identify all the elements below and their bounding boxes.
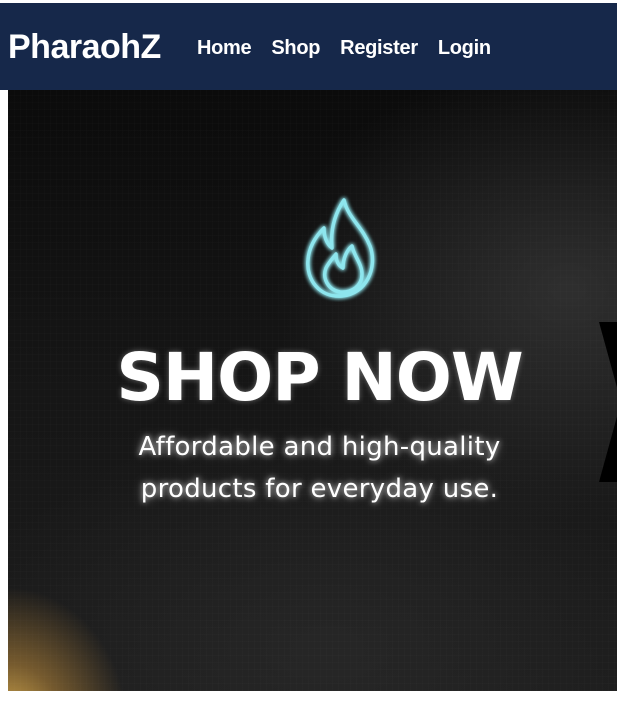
decorative-x-shape [599,322,617,482]
nav-links: Home Shop Register Login [197,33,511,63]
flame-icon [306,198,375,298]
brand-logo[interactable]: PharaohZ [8,25,161,69]
hero-banner[interactable]: SHOP NOW Affordable and high-quality pro… [8,90,617,691]
nav-link-shop[interactable]: Shop [271,33,320,63]
nav-link-home[interactable]: Home [197,33,252,63]
nav-link-login[interactable]: Login [438,33,491,63]
hero-subtitle-line-1: Affordable and high-quality [138,432,501,462]
nav-link-register[interactable]: Register [340,33,418,63]
hero-subtitle-line-2: products for everyday use. [140,474,499,504]
top-navbar: PharaohZ Home Shop Register Login [0,3,617,90]
hero-title: SHOP NOW [116,339,523,416]
hero-subtitle: Affordable and high-quality products for… [8,426,617,510]
